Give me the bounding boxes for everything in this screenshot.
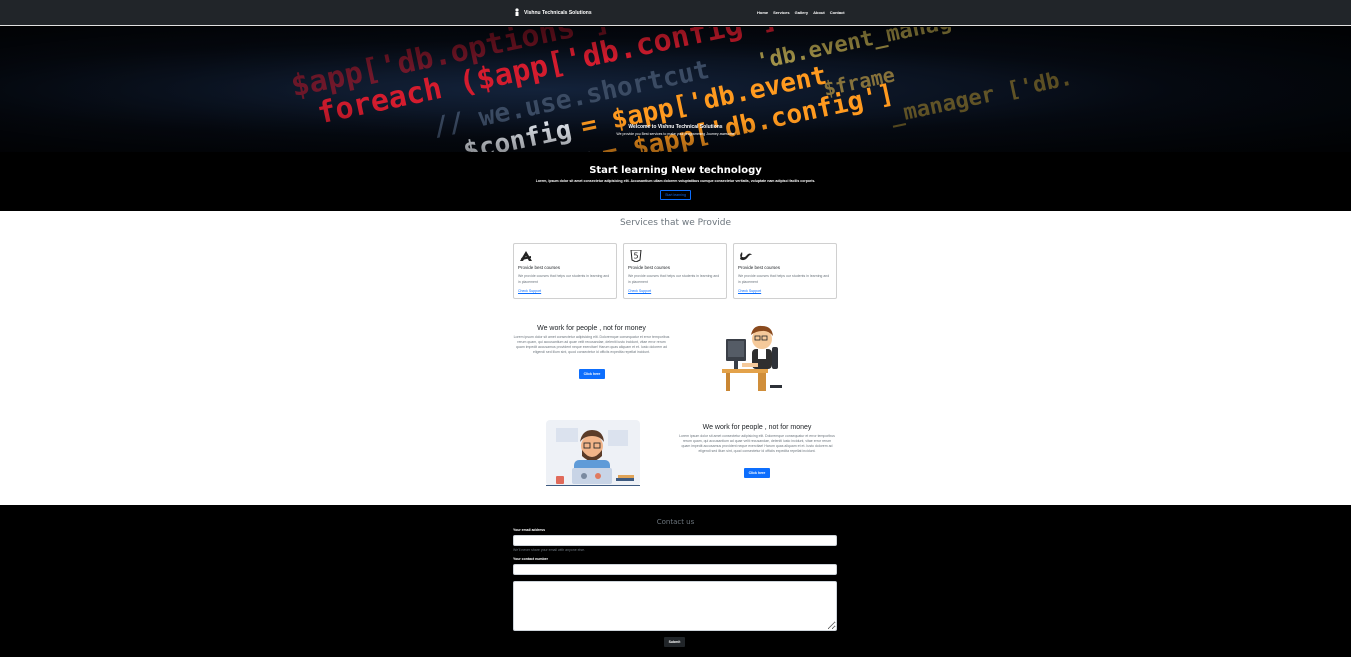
check-support-link[interactable]: Check Support [738,289,761,293]
developer-illustration [546,420,640,486]
brand-logo-icon [515,8,519,16]
service-card-title: Provide best courses [738,265,781,270]
service-card-text: We provide courses that helps our studen… [738,274,830,284]
service-card-text: We provide courses that helps our studen… [628,274,720,284]
brand-name: Vishnu Technicals Solutions [524,9,592,16]
service-card-title: Provide best courses [518,265,561,270]
navbar: Vishnu Technicals Solutions Home Service… [0,0,1351,26]
wave-logo-icon [740,252,752,261]
hero-subtitle: We provide you Best services to make you… [616,132,735,136]
feature-click-button[interactable]: Click here [744,468,770,478]
contact-section: Contact us Your email address We'll neve… [0,505,1351,657]
email-field[interactable] [513,535,837,546]
email-help-text: We'll never share your email with anyone… [513,548,585,552]
check-support-link[interactable]: Check Support [628,289,651,293]
svg-text:5: 5 [634,252,639,261]
service-card-text: We provide courses that helps our studen… [518,274,610,284]
hero-caption: Welcome to Vishnu Technical Solutions We… [0,124,1351,136]
email-label: Your email address [513,528,546,532]
learning-text: Lorem, ipsum dolor sit amet consectetur … [535,179,816,183]
html5-icon: 5 [630,250,642,262]
nav-link-about[interactable]: About [813,10,825,15]
feature-text: Lorem ipsum dolor sit amet consectetur a… [513,335,670,354]
learning-section: Start learning New technology Lorem, ips… [0,152,1351,211]
nav-link-services[interactable]: Services [773,10,789,15]
hero-title: Welcome to Vishnu Technical Solutions [628,124,723,130]
message-textarea[interactable] [513,581,837,631]
phone-label: Your contact number [513,557,548,561]
service-card: 5 Provide best courses We provide course… [623,243,727,299]
nav-links: Home Services Gallery About Contact [757,10,845,15]
service-card-title: Provide best courses [628,265,671,270]
learning-title: Start learning New technology [589,165,762,176]
services-section: Services that we Provide Provide best co… [0,211,1351,505]
angular-style-icon [520,251,532,261]
nav-link-gallery[interactable]: Gallery [795,10,809,15]
programmer-illustration [722,325,782,391]
feature-title: We work for people , not for money [702,424,812,431]
start-learning-button[interactable]: Start learning [660,190,691,200]
feature-text: Lorem ipsum dolor sit amet consectetur a… [679,434,835,453]
submit-button[interactable]: Submit [664,637,685,647]
check-support-link[interactable]: Check Support [518,289,541,293]
services-title: Services that we Provide [619,218,732,228]
feature-title: We work for people , not for money [537,325,646,332]
contact-number-field[interactable] [513,564,837,575]
service-card: Provide best courses We provide courses … [733,243,837,299]
contact-title: Contact us [656,518,695,526]
hero-carousel: $app['db.options'] foreach ($app['db.con… [0,27,1351,152]
feature-click-button[interactable]: Click here [579,369,605,379]
nav-link-home[interactable]: Home [757,10,768,15]
brand-link[interactable]: Vishnu Technicals Solutions [514,8,592,17]
nav-link-contact[interactable]: Contact [830,10,845,15]
service-card: Provide best courses We provide courses … [513,243,617,299]
